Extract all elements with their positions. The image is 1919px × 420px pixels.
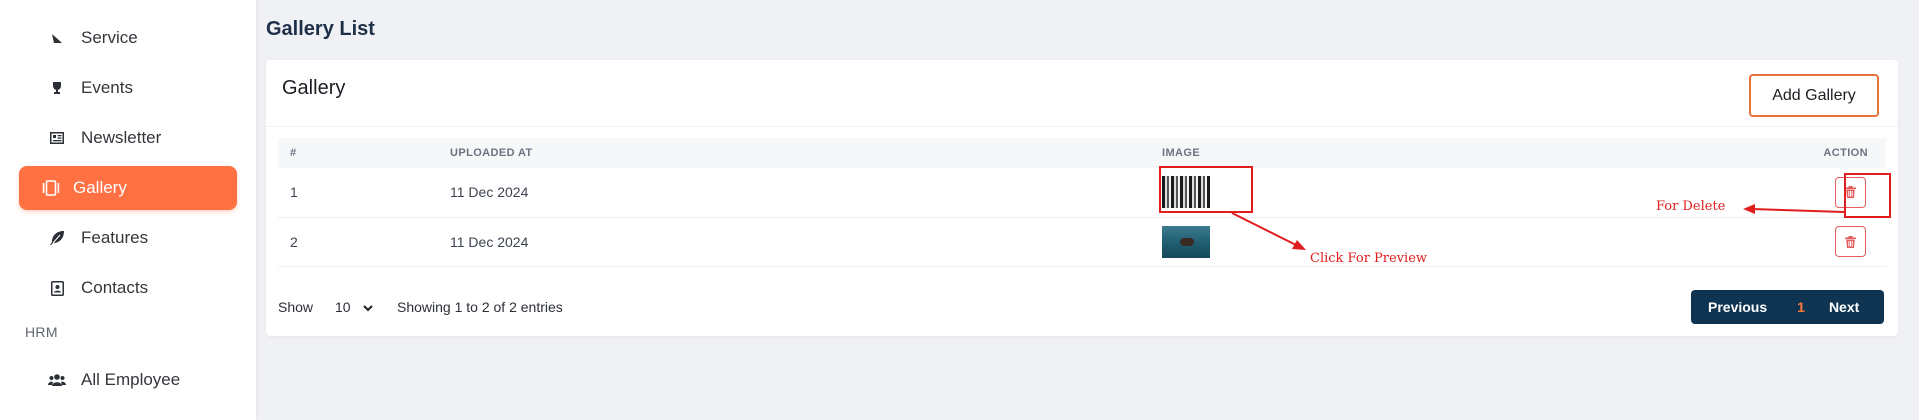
annotation-arrows xyxy=(1231,204,1845,250)
delete-annotation-text: For Delete xyxy=(1656,199,1726,214)
preview-annotation-text: Click For Preview xyxy=(1310,251,1428,266)
